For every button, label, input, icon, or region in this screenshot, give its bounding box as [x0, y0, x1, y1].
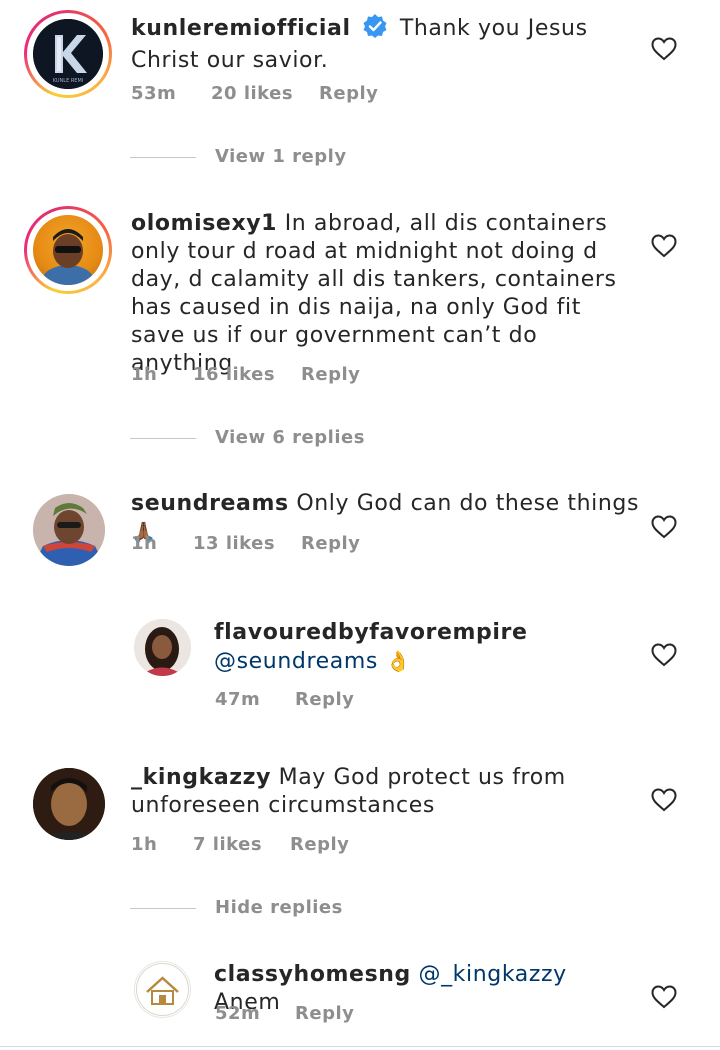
- reply-button[interactable]: Reply: [295, 689, 354, 710]
- heart-outline-icon[interactable]: [651, 37, 677, 61]
- avatar[interactable]: [33, 768, 105, 840]
- avatar[interactable]: [134, 961, 191, 1018]
- heart-outline-icon[interactable]: [651, 788, 677, 812]
- classyhomes-logo: [136, 963, 189, 1016]
- user-photo: [33, 768, 105, 840]
- view-replies-toggle[interactable]: View 1 reply: [130, 146, 430, 168]
- reply-button[interactable]: Reply: [301, 364, 360, 385]
- timestamp: 1h: [131, 533, 158, 554]
- mention-link[interactable]: @_kingkazzy: [418, 962, 566, 987]
- likes-count[interactable]: 16 likes: [193, 364, 275, 385]
- kunle-remi-logo: KUNLE REMI: [33, 19, 103, 89]
- reply-button[interactable]: Reply: [319, 83, 378, 104]
- avatar[interactable]: [134, 619, 191, 676]
- likes-count[interactable]: 13 likes: [193, 533, 275, 554]
- timestamp: 53m: [131, 83, 177, 104]
- reply-button[interactable]: Reply: [301, 533, 360, 554]
- likes-count[interactable]: 7 likes: [193, 834, 262, 855]
- username[interactable]: flavouredbyfavorempire: [214, 619, 634, 647]
- reply-button[interactable]: Reply: [290, 834, 349, 855]
- mention-link[interactable]: @seundreams: [214, 649, 378, 674]
- avatar[interactable]: [33, 215, 103, 285]
- user-photo: [42, 229, 94, 285]
- comment-text: Only God can do these things: [296, 491, 640, 516]
- heart-outline-icon[interactable]: [651, 515, 677, 539]
- thread-divider: [130, 157, 196, 158]
- view-replies-toggle[interactable]: View 6 replies: [130, 427, 430, 449]
- username[interactable]: kunleremiofficial: [131, 16, 351, 41]
- username[interactable]: _kingkazzy: [131, 765, 271, 790]
- heart-outline-icon[interactable]: [651, 643, 677, 667]
- likes-count[interactable]: 20 likes: [211, 83, 293, 104]
- avatar[interactable]: KUNLE REMI: [33, 19, 103, 89]
- verified-badge-icon: [362, 13, 388, 47]
- thread-divider: [130, 908, 196, 909]
- svg-text:KUNLE REMI: KUNLE REMI: [53, 78, 84, 84]
- timestamp: 47m: [215, 689, 261, 710]
- username[interactable]: classyhomesng: [214, 962, 411, 987]
- username[interactable]: olomisexy1: [131, 211, 277, 236]
- ok-hand-emoji: 👌: [385, 649, 412, 673]
- username[interactable]: seundreams: [131, 491, 289, 516]
- reply-button[interactable]: Reply: [295, 1003, 354, 1024]
- heart-outline-icon[interactable]: [651, 985, 677, 1009]
- bottom-divider: [0, 1046, 720, 1047]
- timestamp: 52m: [215, 1003, 261, 1024]
- timestamp: 1h: [131, 834, 158, 855]
- hide-replies-toggle[interactable]: Hide replies: [130, 897, 430, 919]
- thread-divider: [130, 438, 196, 439]
- timestamp: 1h: [131, 364, 158, 385]
- user-photo: [33, 494, 105, 566]
- heart-outline-icon[interactable]: [651, 234, 677, 258]
- user-photo: [134, 619, 191, 676]
- avatar[interactable]: [33, 494, 105, 566]
